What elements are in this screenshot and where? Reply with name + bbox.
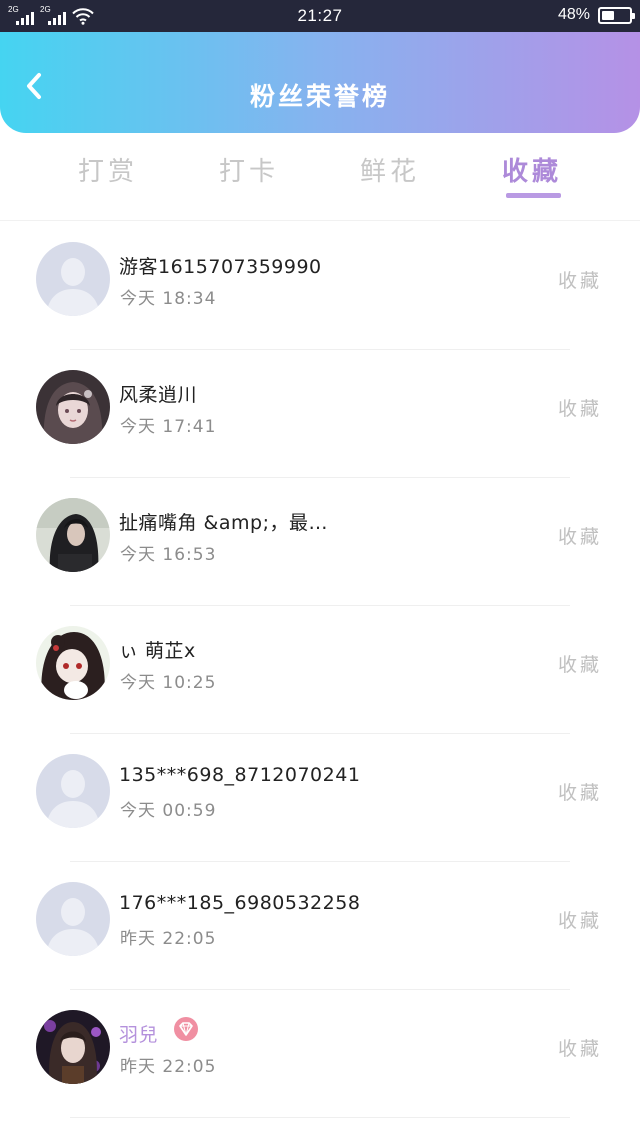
action-label: 收藏: [557, 526, 602, 548]
tab-favorites[interactable]: 收藏: [472, 151, 592, 207]
default-avatar-icon: [36, 242, 110, 316]
action-label: 收藏: [557, 398, 602, 420]
fan-name: 羽兒: [119, 1024, 159, 1046]
action-label: 收藏: [557, 782, 602, 804]
status-time: 21:27: [297, 6, 343, 25]
status-bar: 2G 2G 21:27 48%: [0, 0, 640, 32]
tab-bar: 打赏 打卡 鲜花 收藏: [0, 133, 640, 221]
active-tab-indicator: [506, 193, 561, 198]
list-item[interactable]: 羽兒 昨天 22:05 收藏: [0, 990, 640, 1118]
list-item[interactable]: 游客1615707359990 今天 18:34 收藏: [0, 222, 640, 350]
fan-time: 昨天 22:05: [120, 1057, 217, 1077]
list-item[interactable]: 135***698_8712070241 今天 00:59 收藏: [0, 734, 640, 862]
action-label: 收藏: [557, 270, 602, 292]
anime-dark-avatar-icon: [36, 1010, 110, 1084]
anime-hood-avatar-icon: [36, 626, 110, 700]
fan-name: 扯痛嘴角 &amp;，最…: [119, 512, 328, 534]
header-bar: 粉丝荣誉榜: [0, 32, 640, 133]
fan-time: 今天 16:53: [120, 545, 217, 565]
tab-flowers[interactable]: 鲜花: [330, 151, 450, 207]
avatar[interactable]: [36, 242, 110, 316]
fan-time: 昨天 22:05: [120, 929, 217, 949]
fan-list: 游客1615707359990 今天 18:34 收藏 风柔逍川 今天 17:4…: [0, 222, 640, 1118]
fan-time: 今天 10:25: [120, 673, 217, 693]
fan-time: 今天 18:34: [120, 289, 217, 309]
avatar[interactable]: [36, 626, 110, 700]
page-title: 粉丝荣誉榜: [249, 82, 390, 111]
list-item[interactable]: ぃ 萌芷ⅹ 今天 10:25 收藏: [0, 606, 640, 734]
fan-time: 今天 00:59: [120, 801, 217, 821]
avatar[interactable]: [36, 754, 110, 828]
tab-reward[interactable]: 打赏: [48, 151, 168, 207]
anime-girl-avatar-icon: [36, 370, 110, 444]
avatar[interactable]: [36, 498, 110, 572]
tab-checkin[interactable]: 打卡: [189, 151, 309, 207]
action-label: 收藏: [557, 1038, 602, 1060]
list-item[interactable]: 风柔逍川 今天 17:41 收藏: [0, 350, 640, 478]
action-label: 收藏: [557, 910, 602, 932]
list-item[interactable]: 176***185_6980532258 昨天 22:05 收藏: [0, 862, 640, 990]
battery-percent: 48%: [557, 6, 590, 23]
avatar[interactable]: [36, 1010, 110, 1084]
action-label: 收藏: [557, 654, 602, 676]
girl-photo-avatar-icon: [36, 498, 110, 572]
default-avatar-icon: [36, 754, 110, 828]
fan-name: 风柔逍川: [119, 384, 198, 406]
fan-name: ぃ 萌芷ⅹ: [119, 640, 196, 662]
fan-time: 今天 17:41: [120, 417, 217, 437]
vip-diamond-icon: [174, 1017, 198, 1041]
fan-name: 135***698_8712070241: [119, 764, 361, 786]
fan-name: 176***185_6980532258: [119, 892, 361, 914]
list-item[interactable]: 扯痛嘴角 &amp;，最… 今天 16:53 收藏: [0, 478, 640, 606]
battery-icon: [598, 6, 635, 24]
default-avatar-icon: [36, 882, 110, 956]
battery-fill: [602, 10, 615, 20]
fan-name: 游客1615707359990: [119, 256, 322, 278]
avatar[interactable]: [36, 370, 110, 444]
avatar[interactable]: [36, 882, 110, 956]
